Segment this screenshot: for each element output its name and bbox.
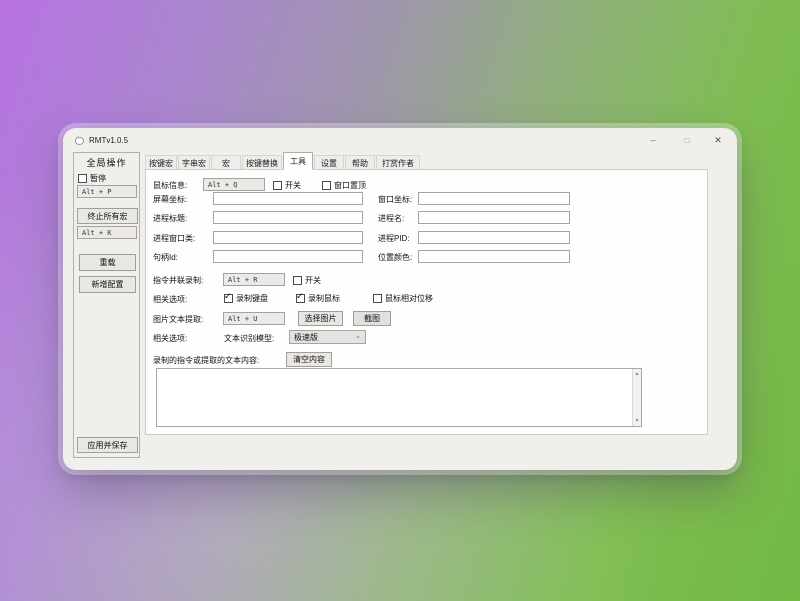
scroll-up-icon[interactable]: ▲: [635, 371, 640, 377]
process-class-label: 进程窗口类:: [153, 234, 195, 243]
process-pid-label: 进程PID:: [378, 234, 410, 243]
process-title-label: 进程标题:: [153, 214, 187, 223]
tools-panel: 鼠标信息: Alt + Q 开关 窗口置顶 屏幕坐标: 进程标题: 进程窗口类:…: [145, 169, 708, 435]
clear-content-button[interactable]: 清空内容: [286, 352, 332, 367]
screen-coord-label: 屏幕坐标:: [153, 195, 187, 204]
handle-id-input[interactable]: [213, 250, 363, 263]
process-name-input[interactable]: [418, 211, 570, 224]
process-pid-input[interactable]: [418, 231, 570, 244]
tab-key-remap[interactable]: 按键替换: [242, 155, 282, 170]
titlebar: RMTv1.0.5 – □ ✕: [63, 128, 737, 152]
stop-hotkey-input[interactable]: Alt + K: [77, 226, 137, 239]
apply-save-button[interactable]: 应用并保存: [77, 437, 138, 453]
pause-checkbox-label: 暂停: [90, 173, 106, 184]
global-actions-group: 全局操作 暂停 Alt + P 终止所有宏 Alt + K 重载 新增配置 应用…: [73, 152, 140, 458]
window-topmost-box: [322, 181, 331, 190]
tab-macro[interactable]: 宏: [211, 155, 241, 170]
stop-all-macros-button[interactable]: 终止所有宏: [77, 208, 138, 224]
minimize-icon[interactable]: –: [646, 128, 660, 152]
ocr-label: 图片文本提取:: [153, 315, 203, 324]
mouse-info-label: 鼠标信息:: [153, 181, 187, 190]
global-actions-title: 全局操作: [74, 156, 139, 169]
output-text[interactable]: [157, 369, 632, 426]
window-coord-input[interactable]: [418, 192, 570, 205]
reload-button[interactable]: 重载: [79, 254, 136, 271]
tab-donate[interactable]: 打赏作者: [376, 155, 420, 170]
ocr-hotkey-input[interactable]: Alt + U: [223, 312, 285, 325]
position-color-input[interactable]: [418, 250, 570, 263]
output-label: 录制的指令或提取的文本内容:: [153, 356, 259, 365]
scroll-down-icon[interactable]: ▼: [635, 418, 640, 424]
mouse-relative-label: 鼠标相对位移: [385, 293, 433, 304]
mouse-info-switch-label: 开关: [285, 180, 301, 191]
record-keyboard-label: 录制键盘: [236, 293, 268, 304]
screen-coord-input[interactable]: [213, 192, 363, 205]
tab-key-macro[interactable]: 按键宏: [145, 155, 177, 170]
record-switch-label: 开关: [305, 275, 321, 286]
mouse-info-switch-box: [273, 181, 282, 190]
check-icon: ✓: [224, 292, 232, 301]
mouse-info-switch-checkbox[interactable]: 开关: [273, 180, 301, 191]
screenshot-button[interactable]: 截图: [353, 311, 391, 326]
ocr-options-label: 相关选项:: [153, 334, 187, 343]
output-textarea[interactable]: ▲ ▼: [156, 368, 642, 427]
record-keyboard-checkbox[interactable]: ✓ 录制键盘: [224, 293, 268, 304]
handle-id-label: 句柄Id:: [153, 253, 178, 262]
window-coord-label: 窗口坐标:: [378, 195, 412, 204]
record-switch-checkbox[interactable]: 开关: [293, 275, 321, 286]
chevron-down-icon: ⌄: [355, 334, 361, 340]
mouse-info-hotkey-input[interactable]: Alt + Q: [203, 178, 265, 191]
record-hotkey-input[interactable]: Alt + R: [223, 273, 285, 286]
mouse-relative-checkbox[interactable]: 鼠标相对位移: [373, 293, 433, 304]
maximize-icon[interactable]: □: [680, 128, 694, 152]
record-mouse-box: ✓: [296, 294, 305, 303]
add-config-button[interactable]: 新增配置: [79, 276, 136, 293]
pause-checkbox[interactable]: 暂停: [78, 173, 106, 184]
record-keyboard-box: ✓: [224, 294, 233, 303]
app-window: RMTv1.0.5 – □ ✕ 全局操作 暂停 Alt + P 终止所有宏 Al…: [63, 128, 737, 470]
tab-tools[interactable]: 工具: [283, 152, 313, 170]
ocr-model-select[interactable]: 极速版 ⌄: [289, 330, 366, 344]
tab-help[interactable]: 帮助: [345, 155, 375, 170]
window-topmost-checkbox[interactable]: 窗口置顶: [322, 180, 366, 191]
tab-settings[interactable]: 设置: [314, 155, 344, 170]
record-label: 指令并联录制:: [153, 276, 203, 285]
position-color-label: 位置颜色:: [378, 253, 412, 262]
record-mouse-label: 录制鼠标: [308, 293, 340, 304]
check-icon: ✓: [296, 292, 304, 301]
ocr-model-label: 文本识别模型:: [224, 334, 274, 343]
pause-hotkey-input[interactable]: Alt + P: [77, 185, 137, 198]
ocr-model-value: 极速版: [294, 332, 318, 343]
tab-string-macro[interactable]: 字串宏: [178, 155, 210, 170]
pause-checkbox-box: [78, 174, 87, 183]
mouse-relative-box: [373, 294, 382, 303]
tab-strip: 按键宏 字串宏 宏 按键替换 工具 设置 帮助 打赏作者: [145, 152, 421, 170]
process-class-input[interactable]: [213, 231, 363, 244]
app-title: RMTv1.0.5: [89, 136, 128, 145]
record-options-label: 相关选项:: [153, 295, 187, 304]
close-icon[interactable]: ✕: [711, 128, 725, 152]
window-topmost-label: 窗口置顶: [334, 180, 366, 191]
process-title-input[interactable]: [213, 211, 363, 224]
select-image-button[interactable]: 选择图片: [298, 311, 343, 326]
record-mouse-checkbox[interactable]: ✓ 录制鼠标: [296, 293, 340, 304]
process-name-label: 进程名:: [378, 214, 404, 223]
app-logo-icon: [74, 134, 85, 145]
output-scrollbar[interactable]: ▲ ▼: [632, 369, 641, 426]
record-switch-box: [293, 276, 302, 285]
